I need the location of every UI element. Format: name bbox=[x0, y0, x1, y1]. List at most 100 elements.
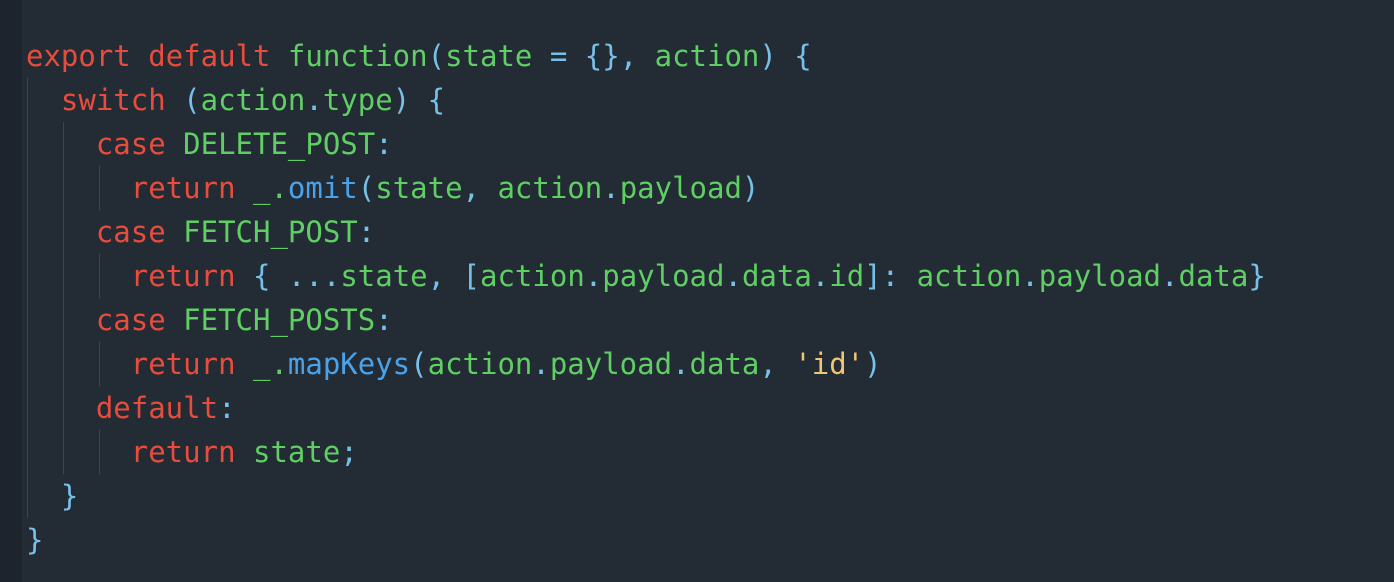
indent-guide bbox=[27, 254, 28, 298]
indent-guide bbox=[63, 122, 64, 166]
code-token: action bbox=[200, 83, 306, 117]
code-line[interactable]: default: bbox=[26, 386, 1266, 430]
code-token: , bbox=[619, 39, 655, 73]
code-token: ( bbox=[410, 347, 428, 381]
code-token: . bbox=[724, 259, 742, 293]
indent-guide bbox=[63, 254, 64, 298]
indent-guide bbox=[27, 474, 28, 518]
code-token: state bbox=[375, 171, 463, 205]
code-token: case bbox=[95, 303, 166, 337]
indentation bbox=[26, 435, 131, 469]
indentation bbox=[26, 303, 96, 337]
code-token: ) { bbox=[759, 39, 812, 73]
code-token: 'id' bbox=[794, 347, 865, 381]
code-token: id bbox=[829, 259, 865, 293]
indent-guide bbox=[99, 166, 100, 210]
code-token: return bbox=[130, 259, 236, 293]
indent-guide bbox=[99, 342, 100, 386]
code-token: data bbox=[1178, 259, 1249, 293]
indent-guide bbox=[63, 166, 64, 210]
indent-guide bbox=[63, 386, 64, 430]
indent-guide bbox=[27, 166, 28, 210]
code-line[interactable]: case FETCH_POSTS: bbox=[26, 298, 1266, 342]
code-line[interactable]: case DELETE_POST: bbox=[26, 122, 1266, 166]
indentation bbox=[26, 479, 61, 513]
indent-guide bbox=[63, 342, 64, 386]
indent-guide bbox=[63, 430, 64, 474]
indentation bbox=[26, 215, 96, 249]
indentation bbox=[26, 127, 96, 161]
code-token: ... bbox=[287, 259, 341, 293]
code-token: data bbox=[741, 259, 812, 293]
code-token: DELETE_POST bbox=[183, 127, 376, 161]
indentation bbox=[26, 347, 131, 381]
code-token: action bbox=[427, 347, 533, 381]
code-token: . bbox=[1021, 259, 1039, 293]
code-token: ( bbox=[357, 171, 376, 205]
code-token: data bbox=[689, 347, 760, 381]
code-token: : bbox=[375, 303, 393, 337]
code-line[interactable]: return _.mapKeys(action.payload.data, 'i… bbox=[26, 342, 1266, 386]
indentation bbox=[26, 391, 96, 425]
code-line[interactable]: export default function(state = {}, acti… bbox=[26, 34, 1266, 78]
indent-guide bbox=[99, 254, 100, 298]
code-token: ; bbox=[340, 435, 358, 469]
code-token: return bbox=[130, 347, 236, 381]
code-token: } bbox=[26, 523, 44, 557]
code-token: function bbox=[287, 39, 428, 73]
code-token: _. bbox=[235, 171, 288, 205]
indent-guide bbox=[99, 430, 100, 474]
code-token: . bbox=[1161, 259, 1179, 293]
code-token: } bbox=[1248, 259, 1266, 293]
code-line[interactable]: return { ...state, [action.payload.data.… bbox=[26, 254, 1266, 298]
code-token: action bbox=[497, 171, 603, 205]
code-token: payload bbox=[619, 171, 742, 205]
code-token: case bbox=[95, 127, 166, 161]
code-token: default bbox=[95, 391, 219, 425]
code-line[interactable]: } bbox=[26, 474, 1266, 518]
code-token: . bbox=[602, 171, 620, 205]
code-token: return bbox=[130, 435, 236, 469]
code-token: _. bbox=[235, 347, 288, 381]
code-token: : bbox=[375, 127, 393, 161]
code-block[interactable]: export default function(state = {}, acti… bbox=[26, 34, 1266, 562]
code-token: . bbox=[672, 347, 690, 381]
code-line[interactable]: switch (action.type) { bbox=[26, 78, 1266, 122]
code-line[interactable]: return _.omit(state, action.payload) bbox=[26, 166, 1266, 210]
code-token: ]: bbox=[864, 259, 917, 293]
code-token: { bbox=[235, 259, 288, 293]
code-token: state bbox=[340, 259, 428, 293]
code-line[interactable]: case FETCH_POST: bbox=[26, 210, 1266, 254]
indent-guide bbox=[27, 78, 28, 122]
indentation bbox=[26, 171, 131, 205]
indent-guide bbox=[27, 342, 28, 386]
indent-guide bbox=[27, 298, 28, 342]
code-token: omit bbox=[287, 171, 358, 205]
indent-guide bbox=[63, 210, 64, 254]
code-token: mapKeys bbox=[287, 347, 411, 381]
code-token: state bbox=[253, 435, 341, 469]
indentation bbox=[26, 83, 61, 117]
code-token: state bbox=[445, 39, 533, 73]
code-token: action bbox=[480, 259, 585, 293]
code-line[interactable]: } bbox=[26, 518, 1266, 562]
code-editor[interactable]: export default function(state = {}, acti… bbox=[0, 0, 1394, 582]
code-token: . bbox=[584, 259, 603, 293]
code-token: , bbox=[462, 171, 498, 205]
indent-guide bbox=[27, 386, 28, 430]
indent-guide bbox=[27, 122, 28, 166]
code-line[interactable]: return state; bbox=[26, 430, 1266, 474]
code-token: payload bbox=[549, 347, 673, 381]
indent-guide bbox=[27, 430, 28, 474]
code-token: ( bbox=[427, 39, 446, 73]
code-token: export bbox=[26, 39, 131, 73]
code-token: action bbox=[654, 39, 760, 73]
code-token: FETCH_POST bbox=[183, 215, 358, 249]
code-token: ) bbox=[741, 171, 760, 205]
code-token: } bbox=[60, 479, 79, 513]
code-token: switch bbox=[60, 83, 166, 117]
